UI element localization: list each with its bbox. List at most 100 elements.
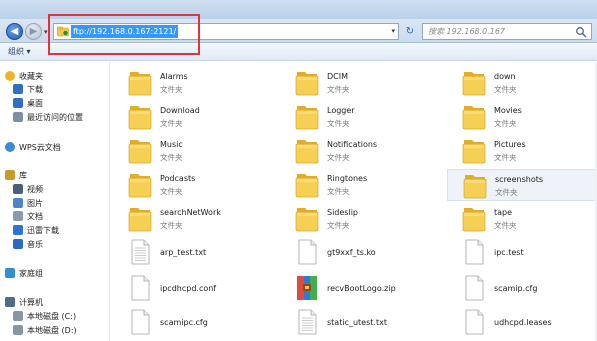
cloud-icon (5, 142, 15, 152)
file-name: Download (160, 106, 200, 115)
file-item[interactable]: scamipc.cfg (113, 307, 273, 339)
file-name: Movies (494, 106, 522, 115)
folder-icon (127, 136, 153, 164)
file-item[interactable]: arp_test.txt (113, 237, 273, 269)
file-item[interactable]: udhcpd.leases (447, 307, 597, 339)
folder-icon (294, 170, 320, 198)
sidebar-item[interactable]: 最近访问的位置 (13, 111, 83, 123)
file-item[interactable]: scamip.cfg (447, 273, 597, 305)
folder-item[interactable]: Music 文件夹 (113, 135, 273, 167)
sidebar-item[interactable]: 图片 (13, 197, 43, 209)
file-name: Ringtones (327, 174, 368, 183)
folder-item[interactable]: DCIM 文件夹 (280, 67, 440, 99)
sidebar-item[interactable]: 本地磁盘 (D:) (13, 324, 77, 336)
refresh-button[interactable]: ↻ (401, 23, 419, 40)
file-item[interactable]: ipcdhcpd.conf (113, 273, 273, 305)
sidebar-item-label: 视频 (27, 184, 43, 194)
sidebar-item-label: 本地磁盘 (C:) (27, 311, 77, 321)
file-icon (461, 274, 487, 302)
file-type: 文件夹 (494, 85, 517, 94)
file-item[interactable]: recvBootLogo.zip (280, 273, 440, 305)
folder-item[interactable]: Logger 文件夹 (280, 101, 440, 133)
file-name: scamipc.cfg (160, 318, 208, 327)
picture-icon (13, 198, 23, 208)
folder-icon (294, 204, 320, 232)
folder-item[interactable]: screenshots 文件夹 (447, 169, 597, 201)
folder-icon (127, 170, 153, 198)
folder-item[interactable]: Download 文件夹 (113, 101, 273, 133)
sidebar-item[interactable]: 迅雷下载 (13, 224, 59, 236)
sidebar-item-label: 最近访问的位置 (27, 112, 83, 122)
computer-icon (5, 297, 15, 307)
music-icon (13, 239, 23, 249)
folder-item[interactable]: tape 文件夹 (447, 203, 597, 235)
arrow-left-icon: ◀ (10, 26, 19, 37)
folder-item[interactable]: Pictures 文件夹 (447, 135, 597, 167)
file-name: udhcpd.leases (494, 318, 552, 327)
video-icon (13, 184, 23, 194)
sidebar-item[interactable]: 下载 (13, 83, 43, 95)
sidebar-item-label: 计算机 (19, 297, 43, 307)
file-type: 文件夹 (160, 119, 183, 128)
sidebar-item[interactable]: 桌面 (13, 97, 43, 109)
folder-item[interactable]: Ringtones 文件夹 (280, 169, 440, 201)
file-item[interactable]: ipc.test (447, 237, 597, 269)
file-type: 文件夹 (494, 221, 517, 230)
file-item[interactable]: gt9xxf_ts.ko (280, 237, 440, 269)
text-file-icon (127, 238, 153, 266)
back-button[interactable]: ◀ (6, 23, 23, 40)
address-dropdown[interactable]: ▾ (391, 27, 395, 35)
forward-button[interactable]: ▶ (25, 23, 42, 40)
folder-icon (294, 68, 320, 96)
file-name: Sideslip (327, 208, 358, 217)
folder-icon (127, 204, 153, 232)
sidebar-item-label: 迅雷下载 (27, 225, 59, 235)
file-type: 文件夹 (160, 153, 183, 162)
sidebar-item[interactable]: 视频 (13, 183, 43, 195)
sidebar-item[interactable]: 库 (5, 169, 27, 181)
file-type: 文件夹 (327, 119, 350, 128)
folder-item[interactable]: Alarms 文件夹 (113, 67, 273, 99)
network-folder-icon (57, 26, 69, 37)
sidebar-item[interactable]: 计算机 (5, 296, 43, 308)
sidebar-item[interactable]: 收藏夹 (5, 70, 43, 82)
text-file-icon (294, 308, 320, 336)
folder-item[interactable]: Podcasts 文件夹 (113, 169, 273, 201)
file-type: 文件夹 (160, 85, 183, 94)
sidebar-item[interactable]: 家庭组 (5, 267, 43, 279)
folder-icon (462, 171, 488, 199)
history-dropdown[interactable]: ▾ (44, 28, 48, 36)
address-text[interactable]: ftp://192.168.0.167:2121/ (71, 25, 179, 38)
folder-item[interactable]: searchNetWork 文件夹 (113, 203, 273, 235)
file-name: Podcasts (160, 174, 196, 183)
folder-icon (461, 68, 487, 96)
file-type: 文件夹 (160, 221, 183, 230)
file-icon (127, 308, 153, 336)
file-type: 文件夹 (160, 187, 183, 196)
folder-icon (294, 136, 320, 164)
folder-icon (461, 136, 487, 164)
folder-item[interactable]: Sideslip 文件夹 (280, 203, 440, 235)
file-name: DCIM (327, 72, 349, 81)
folder-item[interactable]: down 文件夹 (447, 67, 597, 99)
organize-button[interactable]: 组织 ▾ (8, 46, 31, 57)
sidebar-item[interactable]: 文档 (13, 210, 43, 222)
sidebar-item[interactable]: WPS云文档 (5, 141, 61, 153)
folder-item[interactable]: Notifications 文件夹 (280, 135, 440, 167)
folder-item[interactable]: Movies 文件夹 (447, 101, 597, 133)
sidebar-item[interactable]: 音乐 (13, 238, 43, 250)
search-box[interactable]: 搜索 192.168.0.167 (422, 23, 592, 40)
library-icon (5, 170, 15, 180)
sidebar-item-label: 本地磁盘 (D:) (27, 325, 77, 335)
sidebar-item-label: 桌面 (27, 98, 43, 108)
recent-places-icon (13, 112, 23, 122)
file-name: gt9xxf_ts.ko (327, 248, 376, 257)
command-toolbar: 组织 ▾ (0, 43, 597, 61)
sidebar-item[interactable]: 本地磁盘 (C:) (13, 310, 76, 322)
sidebar-item-label: 家庭组 (19, 268, 43, 278)
file-icon (294, 238, 320, 266)
address-bar[interactable]: ftp://192.168.0.167:2121/ ▾ (53, 23, 399, 40)
file-type: 文件夹 (327, 153, 350, 162)
file-item[interactable]: static_utest.txt (280, 307, 440, 339)
disk-icon (13, 325, 23, 335)
